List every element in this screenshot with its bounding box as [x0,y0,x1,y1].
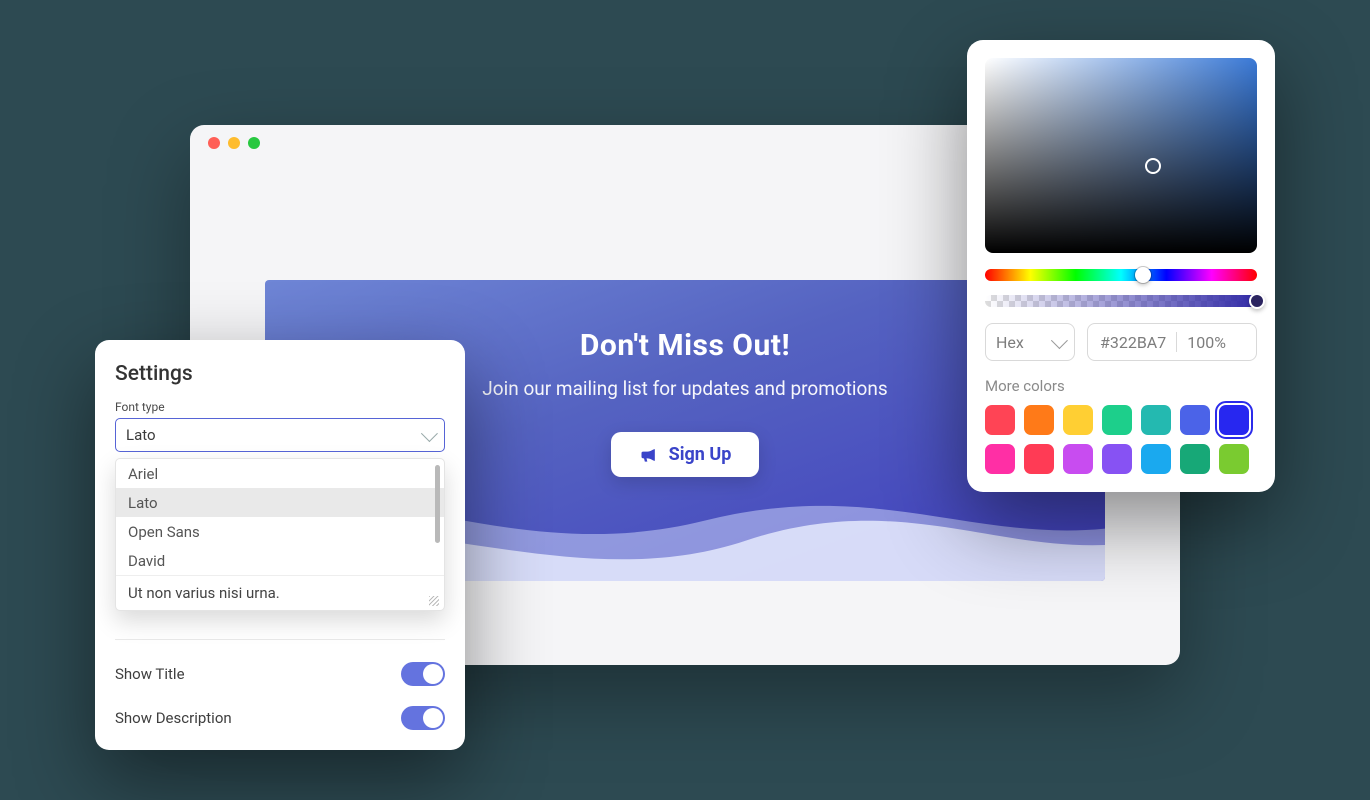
toggle-switch[interactable] [401,706,445,730]
color-swatch[interactable] [1219,444,1249,474]
color-format-select[interactable]: Hex [985,323,1075,361]
color-swatch[interactable] [1102,405,1132,435]
window-zoom-dot[interactable] [248,137,260,149]
color-format-value: Hex [996,333,1024,352]
toggle-label: Show Title [115,665,185,683]
more-colors-label: More colors [985,377,1257,395]
font-option[interactable]: Ariel [116,459,444,488]
font-type-selected: Lato [126,426,156,444]
color-swatch[interactable] [1063,405,1093,435]
toggle-switch[interactable] [401,662,445,686]
font-type-select[interactable]: Lato [115,418,445,452]
color-swatch[interactable] [1180,405,1210,435]
color-swatch[interactable] [1180,444,1210,474]
window-minimize-dot[interactable] [228,137,240,149]
swatch-grid [985,405,1257,474]
settings-panel: Settings Font type Lato ArielLatoOpen Sa… [95,340,465,750]
saturation-value-field[interactable] [985,58,1257,253]
settings-heading: Settings [95,362,465,400]
color-swatch[interactable] [1219,405,1249,435]
font-option[interactable]: David [116,546,444,575]
dropdown-scrollbar[interactable] [435,465,440,543]
hex-input[interactable]: #322BA7 100% [1087,323,1257,361]
sample-text-area[interactable]: Ut non varius nisi urna. [116,575,444,610]
font-option[interactable]: Open Sans [116,517,444,546]
sv-cursor[interactable] [1145,158,1161,174]
color-swatch[interactable] [1024,444,1054,474]
hex-value: #322BA7 [1100,333,1166,352]
color-swatch[interactable] [1063,444,1093,474]
font-option[interactable]: Lato [116,488,444,517]
font-type-dropdown: ArielLatoOpen SansDavid Ut non varius ni… [115,458,445,611]
window-close-dot[interactable] [208,137,220,149]
color-swatch[interactable] [985,444,1015,474]
settings-toggle-row: Show Description [95,696,465,740]
divider [115,639,445,640]
color-swatch[interactable] [1102,444,1132,474]
alpha-cursor[interactable] [1249,293,1265,309]
alpha-value: 100% [1187,333,1226,352]
font-type-label: Font type [95,400,465,414]
color-swatch[interactable] [1141,444,1171,474]
color-swatch[interactable] [985,405,1015,435]
color-swatch[interactable] [1024,405,1054,435]
hue-cursor[interactable] [1135,267,1151,283]
resize-handle-icon[interactable] [429,596,439,606]
alpha-slider[interactable] [985,295,1257,307]
color-swatch[interactable] [1141,405,1171,435]
settings-toggle-row: Show Title [95,652,465,696]
chevron-down-icon [421,425,438,442]
color-picker-panel: Hex #322BA7 100% More colors [967,40,1275,492]
chevron-down-icon [1051,332,1068,349]
toggle-label: Show Description [115,709,232,727]
hue-slider[interactable] [985,269,1257,281]
